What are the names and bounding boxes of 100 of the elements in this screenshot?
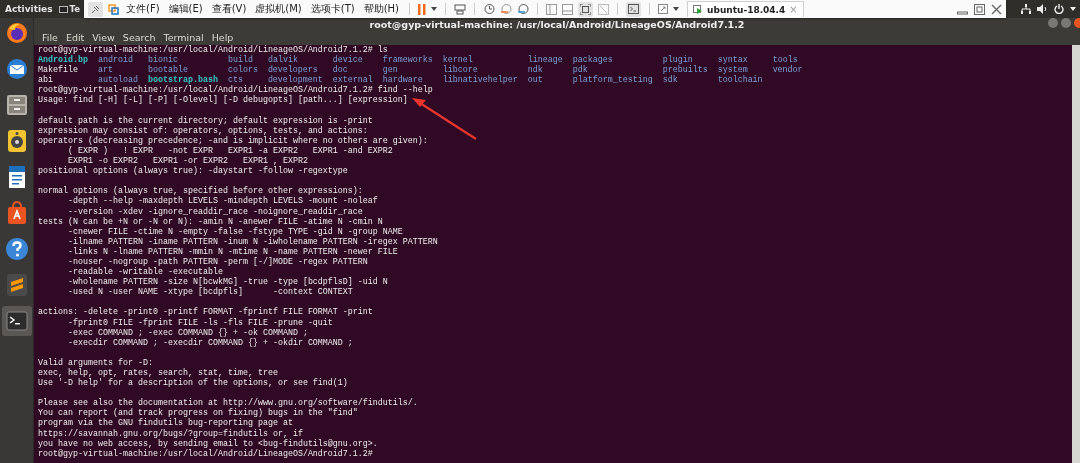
menu-item[interactable]: Help: [211, 32, 234, 43]
panel-icon[interactable]: [562, 3, 574, 15]
output-line: Use '-D help' for a description of the options, or see find(1): [38, 378, 348, 389]
shell-prompt: root@gyp-virtual-machine:/usr/local/Android/LineageOS/Android7.1.2#: [38, 448, 373, 459]
fullscreen-icon[interactable]: [578, 1, 594, 17]
file-name: cts: [227, 75, 243, 86]
maximize-button[interactable]: [1061, 18, 1071, 28]
terminal-icon: [5, 311, 28, 331]
restore-icon[interactable]: [974, 3, 985, 15]
menu-item[interactable]: 帮助(H): [361, 2, 402, 16]
file-name: Android.bp: [38, 55, 88, 66]
output-line: positional options (always true): -daystart -follow -regextype: [38, 166, 348, 177]
file-name: abi: [38, 75, 53, 86]
output-line: You can report (and track progress on fixing) bugs in the "find": [38, 408, 358, 419]
output-line: -fprint0 FILE -fprint FILE -ls -fls FILE -prune -quit: [67, 317, 333, 328]
console-icon[interactable]: [626, 1, 642, 17]
file-name: libcore: [442, 65, 478, 76]
browser-icon: [4, 21, 29, 45]
file-name: sdk: [662, 75, 678, 86]
minimize-button[interactable]: [1048, 18, 1058, 28]
output-line: -wholename PATTERN -size N[bcwkMG] -true -type [bcdpflsD] -uid N: [67, 277, 388, 288]
file-name: kernel: [442, 55, 473, 66]
file-name: bionic: [147, 55, 178, 66]
output-line: actions: -delete -print0 -printf FORMAT -fprintf FILE FORMAT -print: [38, 307, 373, 318]
file-name: external: [332, 75, 373, 86]
file-name: development: [267, 75, 323, 86]
scrollbar[interactable]: [1072, 45, 1080, 463]
output-line: operators (decreasing precedence; -and is implicit where no others are given):: [38, 135, 428, 146]
file-name: art: [97, 65, 113, 76]
shopping-bag-icon: [5, 201, 28, 225]
output-line: -cnewer FILE -ctime N -empty -false -fstype TYPE -gid N -group NAME: [67, 226, 403, 237]
file-name: system: [717, 65, 748, 76]
file-name: platform_testing: [572, 75, 653, 86]
file-name: tools: [772, 55, 798, 66]
file-name: autoload: [97, 75, 138, 86]
network-icon[interactable]: [1021, 4, 1031, 14]
power-icon[interactable]: [1054, 4, 1064, 14]
file-name: toolchain: [717, 75, 763, 86]
caret-icon[interactable]: [431, 7, 438, 11]
output-line: -depth --help -maxdepth LEVELS -mindepth LEVELS -mount -noleaf: [67, 196, 378, 207]
output-line: you have no web access, by sending email to <bug-findutils@gnu.org>.: [38, 438, 378, 449]
menu-item[interactable]: View: [92, 32, 115, 43]
output-line: Valid arguments for -D:: [38, 357, 153, 368]
document-icon: [6, 165, 27, 189]
file-name: build: [227, 55, 253, 66]
output-line: -used N -user NAME -xtype [bcdpfls] -context CONTEXT: [67, 287, 353, 298]
file-name: out: [527, 75, 543, 86]
file-name: prebuilts: [662, 65, 708, 76]
file-name: plugin: [662, 55, 693, 66]
file-name: dalvik: [267, 55, 298, 66]
file-name: hardware: [382, 75, 423, 86]
file-name: android: [97, 55, 133, 66]
file-name: frameworks: [382, 55, 433, 66]
file-name: lineage: [527, 55, 563, 66]
output-line: -links N -lname PATTERN -mmin N -mtime N -name PATTERN -newer FILE: [67, 246, 398, 257]
expand-icon[interactable]: [658, 4, 669, 14]
menu-item[interactable]: File: [42, 32, 58, 43]
output-line: default path is the current directory; default expression is -print: [38, 115, 373, 126]
output-line: -exec COMMAND ; -exec COMMAND {} + -ok COMMAND ;: [67, 327, 308, 338]
command-text: find --help: [377, 85, 433, 96]
caret-icon[interactable]: [673, 7, 680, 11]
output-line: expression may consist of: operators, options, tests, and actions:: [38, 125, 368, 136]
vm-tab[interactable]: ubuntu-18.04.4 ×: [687, 1, 804, 17]
menu-item[interactable]: 查看(V): [209, 2, 249, 16]
terminal-icon[interactable]: [58, 5, 68, 13]
volume-icon[interactable]: [1037, 4, 1048, 14]
output-line: exec, help, opt, rates, search, stat, time, tree: [38, 368, 278, 378]
file-name: packages: [572, 55, 613, 66]
output-line: --version -xdev -ignore_readdir_race -noignore_readdir_race: [67, 206, 363, 217]
file-name: colors: [227, 65, 258, 76]
file-name: vendor: [772, 65, 803, 76]
menu-item[interactable]: 虚拟机(M): [253, 2, 304, 16]
output-line: Please see also the documentation at http://www.gnu.org/software/findutils/.: [38, 398, 418, 409]
file-name: developers: [267, 65, 318, 76]
menu-item[interactable]: 编辑(E): [166, 2, 205, 16]
file-name: bootable: [147, 65, 188, 76]
file-name: device: [332, 55, 363, 66]
output-line: -readable -writable -executable: [67, 267, 223, 278]
file-name: doc: [332, 65, 348, 76]
file-name: Makefile: [38, 65, 78, 76]
menu-item[interactable]: Edit: [65, 32, 85, 43]
sidebar-icon[interactable]: [546, 3, 558, 15]
file-name: ndk: [527, 65, 543, 76]
editor-icon: [5, 273, 28, 297]
output-line: -ilname PATTERN -iname PATTERN -inum N -iwholename PATTERN -iregex PATTERN: [67, 236, 438, 247]
app-menu[interactable]: Te: [69, 4, 80, 14]
close-icon[interactable]: [991, 3, 1002, 15]
output-line: ( EXPR ) ! EXPR -not EXPR EXPR1 -a EXPR2 EXPR1 -and EXPR2: [67, 145, 393, 156]
menu-item[interactable]: 文件(F): [124, 2, 162, 16]
pin-icon[interactable]: [88, 1, 103, 17]
caret-icon[interactable]: [1070, 7, 1076, 11]
activities-button[interactable]: Activities: [5, 4, 53, 14]
file-name: pdk: [572, 65, 588, 76]
output-line: EXPR1 -o EXPR2 EXPR1 -or EXPR2 EXPR1 , EXPR2: [68, 156, 308, 167]
file-cabinet-icon: [5, 93, 28, 117]
menu-item[interactable]: Terminal: [163, 32, 204, 43]
menu-item[interactable]: 选项卡(T): [308, 2, 357, 16]
command-text: ls: [376, 45, 388, 55]
file-name: gen: [382, 65, 398, 76]
menu-item[interactable]: Search: [122, 32, 156, 43]
